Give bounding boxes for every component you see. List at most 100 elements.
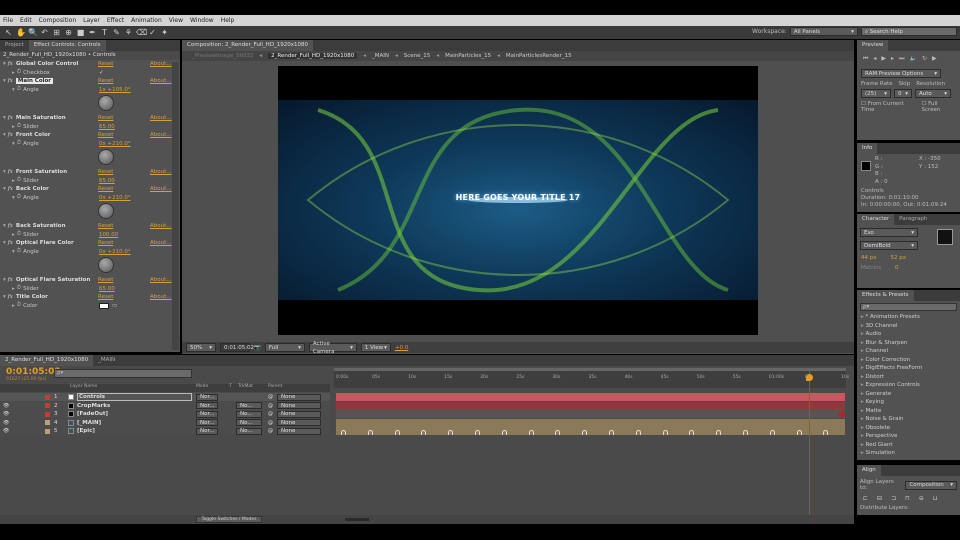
parent-select[interactable]: None	[277, 419, 321, 427]
tracking-value[interactable]: 0	[895, 265, 899, 271]
timecode-display[interactable]: 0:01:05:02	[220, 343, 254, 352]
reset-link[interactable]: Reset	[98, 61, 113, 67]
marker-icon[interactable]	[662, 430, 668, 436]
parent-select[interactable]: None	[277, 393, 321, 401]
frame-rate-select[interactable]: (25) ▾	[861, 89, 891, 98]
property-value[interactable]: 65.00	[99, 178, 115, 184]
label-color[interactable]	[45, 411, 50, 417]
tab-info[interactable]: Info	[857, 143, 878, 154]
menu-layer[interactable]: Layer	[83, 17, 100, 24]
effects-category[interactable]: ▸ Color Correction	[857, 356, 960, 365]
trkmat-select[interactable]: No...	[236, 402, 262, 410]
timeline-search-input[interactable]: ρ▾	[54, 369, 192, 378]
menu-window[interactable]: Window	[190, 17, 214, 24]
layer-row[interactable]: 1 Controls Nor... @ None	[0, 393, 330, 401]
effects-category[interactable]: ▸ Simulation	[857, 449, 960, 458]
effects-category[interactable]: ▸ DigiEffects FreeForm	[857, 364, 960, 373]
angle-dial[interactable]	[98, 149, 114, 165]
effects-category[interactable]: ▸ Audio	[857, 330, 960, 339]
about-link[interactable]: About...	[150, 78, 172, 84]
color-swatch[interactable]	[99, 302, 109, 309]
marker-icon[interactable]	[367, 430, 373, 436]
parent-select[interactable]: None	[277, 402, 321, 410]
workspace-select[interactable]: All Panels ▾	[789, 27, 858, 36]
align-to-select[interactable]: Composition ▾	[905, 480, 957, 490]
marker-icon[interactable]	[635, 430, 641, 436]
exposure-value[interactable]: +0.0	[395, 345, 408, 351]
effects-category[interactable]: ▸ Noise & Grain	[857, 415, 960, 424]
menu-effect[interactable]: Effect	[107, 17, 124, 24]
marker-icon[interactable]	[528, 430, 534, 436]
visibility-icon[interactable]: 👁	[3, 428, 9, 434]
audio-icon[interactable]: 🔈	[909, 55, 916, 63]
about-link[interactable]: About...	[150, 132, 172, 138]
layer-duration-bar[interactable]	[336, 410, 845, 419]
menu-view[interactable]: View	[169, 17, 183, 24]
property-value[interactable]: 100.00	[99, 232, 118, 238]
next-frame-icon[interactable]: ▸	[891, 55, 894, 63]
preview-resolution-select[interactable]: Auto ▾	[915, 89, 951, 98]
reset-link[interactable]: Reset	[98, 223, 113, 229]
reset-link[interactable]: Reset	[98, 78, 113, 84]
marker-icon[interactable]	[475, 430, 480, 436]
layer-row[interactable]: 👁 4 [_MAIN] Nor... No... @ None	[0, 418, 330, 427]
camera-icon[interactable]: 📷	[254, 345, 261, 351]
pickwhip-icon[interactable]: @	[268, 411, 273, 417]
property-value[interactable]: 0x +210.0°	[99, 249, 131, 255]
align-bottom-icon[interactable]: ⊔	[933, 495, 938, 502]
about-link[interactable]: About...	[150, 169, 172, 175]
tab-effects-presets[interactable]: Effects & Presets	[857, 290, 914, 301]
menu-help[interactable]: Help	[221, 17, 235, 24]
kerning-value[interactable]: Metrics	[861, 265, 881, 271]
mode-select[interactable]: Nor...	[196, 402, 218, 410]
trkmat-select[interactable]: No...	[236, 427, 262, 435]
last-frame-icon[interactable]: ⏭	[899, 55, 904, 63]
effect-controls-scrollbar[interactable]	[172, 62, 179, 350]
tab-project[interactable]: Project	[0, 40, 29, 51]
resolution-select[interactable]: Full ▾	[264, 343, 305, 352]
parent-select[interactable]: None	[277, 427, 321, 435]
effects-category[interactable]: ▸ Red Giant	[857, 441, 960, 450]
visibility-icon[interactable]: 👁	[3, 403, 9, 409]
align-top-icon[interactable]: ⊓	[905, 495, 910, 502]
from-current-time-checkbox[interactable]: ☐ From Current Time	[861, 101, 915, 113]
current-time-display[interactable]: 0:01:05:02	[6, 367, 61, 377]
effects-category[interactable]: ▸ Blur & Sharpen	[857, 339, 960, 348]
selection-tool-icon[interactable]: ↖	[4, 28, 13, 37]
skip-select[interactable]: 0 ▾	[894, 89, 912, 98]
comp-nav-item[interactable]: MainParticlesRender_15	[506, 53, 572, 59]
font-family-select[interactable]: Exo ▾	[860, 228, 918, 237]
menu-animation[interactable]: Animation	[131, 17, 162, 24]
leading-value[interactable]: 52 px	[891, 255, 907, 261]
stopwatch-icon[interactable]: ⏱	[17, 86, 21, 93]
tab-align[interactable]: Align	[857, 465, 881, 476]
stopwatch-icon[interactable]: ⏱	[17, 248, 21, 255]
effects-category[interactable]: ▸ Keying	[857, 398, 960, 407]
property-value[interactable]: 1x +105.0°	[99, 87, 131, 93]
parent-select[interactable]: None	[277, 410, 321, 418]
about-link[interactable]: About...	[150, 61, 172, 67]
tab-composition[interactable]: Composition: 2_Render_Full_HD_1920x1080	[182, 40, 314, 51]
effects-category[interactable]: ▸ Expression Controls	[857, 381, 960, 390]
brush-tool-icon[interactable]: ✎	[112, 28, 121, 37]
reset-link[interactable]: Reset	[98, 186, 113, 192]
stopwatch-icon[interactable]: ⏱	[17, 231, 21, 238]
effects-category[interactable]: ▸ Obsolete	[857, 424, 960, 433]
effects-category[interactable]: ▸ Generate	[857, 390, 960, 399]
timeline-tab[interactable]: 2_Render_Full_HD_1920x1080	[0, 355, 94, 366]
label-color[interactable]	[45, 420, 50, 426]
magnification-select[interactable]: 50% ▾	[186, 343, 216, 352]
layer-name[interactable]: [Epic]	[77, 428, 95, 434]
pickwhip-icon[interactable]: @	[268, 428, 273, 434]
label-color[interactable]	[45, 428, 50, 434]
type-tool-icon[interactable]: T	[100, 28, 109, 37]
tab-character[interactable]: Character	[857, 214, 895, 225]
play-icon[interactable]: ▶	[881, 55, 886, 63]
checkbox[interactable]: ✓	[99, 70, 104, 76]
pickwhip-icon[interactable]: @	[268, 403, 273, 409]
layer-duration-bar[interactable]	[336, 427, 845, 436]
reset-link[interactable]: Reset	[98, 115, 113, 121]
ram-preview-options-select[interactable]: RAM Preview Options ▾	[861, 69, 941, 78]
prev-frame-icon[interactable]: ◂	[873, 55, 876, 63]
effects-category[interactable]: ▸ * Animation Presets	[857, 313, 960, 322]
